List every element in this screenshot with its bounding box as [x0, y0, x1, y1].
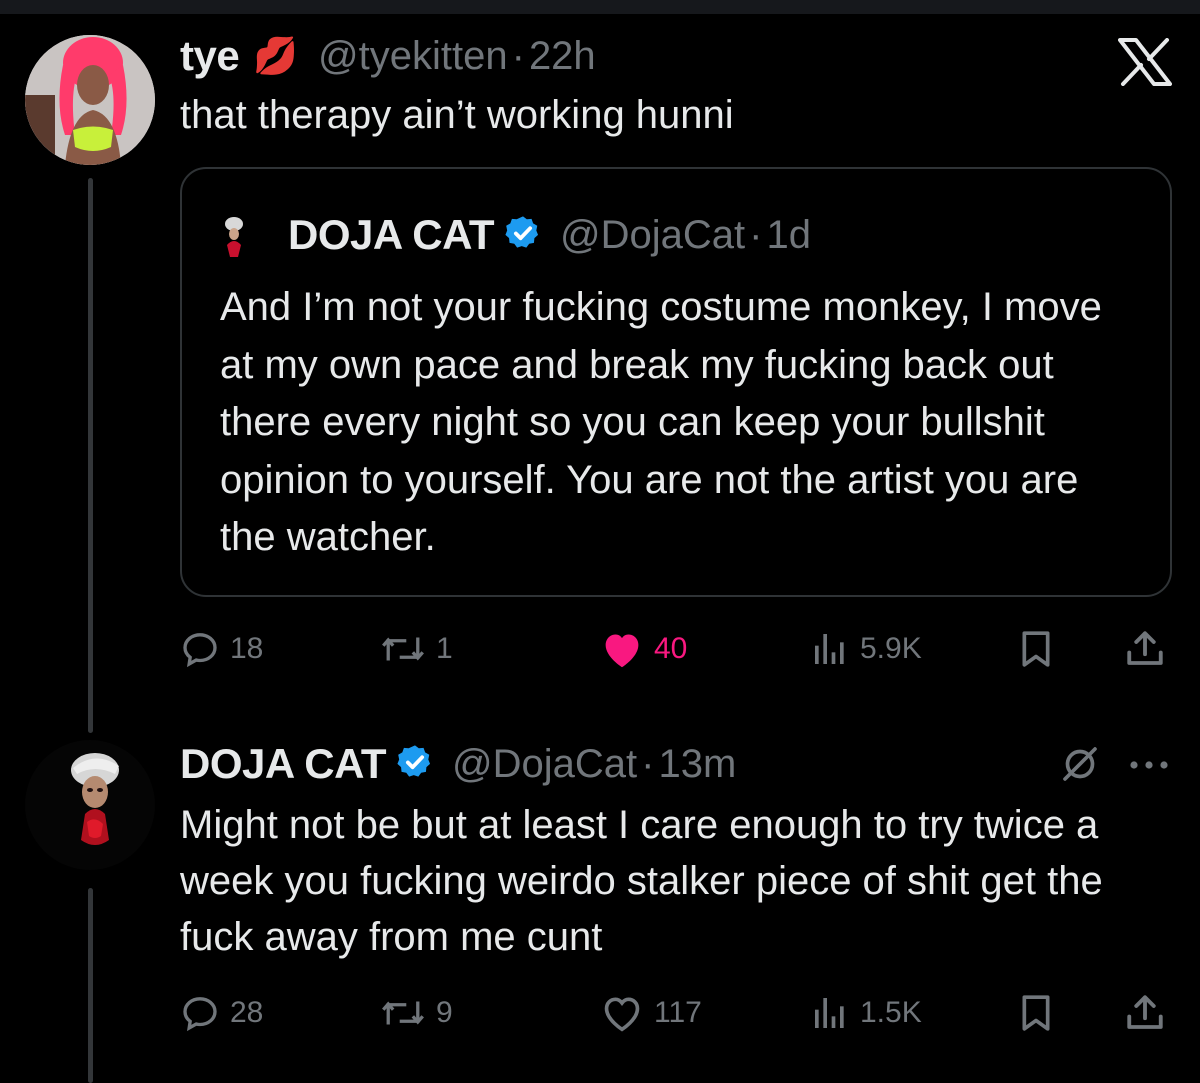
repost-button[interactable]: 9 — [380, 988, 453, 1038]
dojacat-avatar[interactable] — [25, 740, 155, 870]
post2-header: DOJA CAT @DojaCat · 13m — [180, 738, 736, 790]
like-button[interactable]: 117 — [600, 988, 702, 1038]
post2-action-bar: 28 9 117 1.5K — [180, 988, 1170, 1038]
reply-count: 18 — [230, 632, 264, 665]
repost-icon — [382, 1001, 424, 1025]
quote-time[interactable]: 1d — [766, 213, 811, 258]
grok-icon[interactable] — [1060, 744, 1100, 784]
thread-line-lower — [88, 888, 93, 1083]
bookmark-button[interactable] — [1016, 624, 1056, 674]
quote-separator: · — [749, 212, 763, 257]
post1-header: tye 💋 @tyekitten · 22h — [180, 30, 596, 82]
post1-time[interactable]: 22h — [529, 34, 596, 79]
bookmark-icon — [1022, 995, 1050, 1031]
repost-count: 9 — [436, 996, 453, 1029]
reply-icon — [183, 633, 217, 668]
post1-author-name[interactable]: tye — [180, 32, 240, 80]
quote-handle[interactable]: @DojaCat — [560, 213, 745, 258]
views-button[interactable]: 5.9K — [810, 624, 922, 674]
x-logo-icon[interactable] — [1118, 38, 1172, 86]
views-icon — [815, 634, 844, 664]
quote-author-name[interactable]: DOJA CAT — [288, 211, 495, 259]
share-button[interactable] — [1124, 624, 1166, 674]
repost-icon — [382, 637, 424, 661]
quoted-post-card[interactable]: DOJA CAT @DojaCat · 1d And I’m not your … — [180, 167, 1172, 597]
reply-count: 28 — [230, 996, 264, 1029]
lips-emoji-icon: 💋 — [253, 35, 299, 76]
views-button[interactable]: 1.5K — [810, 988, 922, 1038]
quote-avatar[interactable] — [218, 215, 250, 257]
heart-outline-icon — [604, 997, 640, 1032]
post1-handle[interactable]: @tyekitten — [318, 34, 508, 79]
top-edge-bar — [0, 0, 1200, 14]
quote-header: DOJA CAT @DojaCat · 1d — [288, 209, 811, 261]
more-icon[interactable] — [1128, 758, 1170, 770]
views-icon — [815, 998, 844, 1028]
reply-button[interactable]: 28 — [180, 988, 263, 1038]
share-icon — [1127, 631, 1163, 665]
reply-icon — [183, 997, 217, 1032]
post2-handle[interactable]: @DojaCat — [452, 742, 637, 787]
post1-text: that therapy ain’t working hunni — [180, 93, 734, 137]
reply-button[interactable]: 18 — [180, 624, 263, 674]
tye-avatar[interactable] — [25, 35, 155, 165]
repost-button[interactable]: 1 — [380, 624, 453, 674]
views-count: 1.5K — [860, 996, 922, 1029]
share-button[interactable] — [1124, 988, 1166, 1038]
verified-badge-icon — [504, 214, 542, 257]
bookmark-icon — [1022, 631, 1050, 667]
verified-badge-icon — [396, 743, 434, 786]
heart-filled-icon — [605, 634, 639, 668]
views-count: 5.9K — [860, 632, 922, 665]
post2-separator: · — [641, 741, 655, 786]
thread-line — [88, 178, 93, 733]
post1-action-bar: 18 1 40 5.9K — [180, 624, 1170, 674]
repost-count: 1 — [436, 632, 453, 665]
quote-text: And I’m not your fucking costume monkey,… — [220, 285, 1102, 559]
post2-text: Might not be but at least I care enough … — [180, 803, 1103, 959]
share-icon — [1127, 995, 1163, 1029]
bookmark-button[interactable] — [1016, 988, 1056, 1038]
post2-author-name[interactable]: DOJA CAT — [180, 740, 387, 788]
like-count: 40 — [654, 632, 688, 665]
like-button[interactable]: 40 — [600, 624, 687, 674]
like-count: 117 — [654, 996, 702, 1029]
post2-time[interactable]: 13m — [658, 742, 736, 787]
post1-separator: · — [511, 33, 525, 78]
